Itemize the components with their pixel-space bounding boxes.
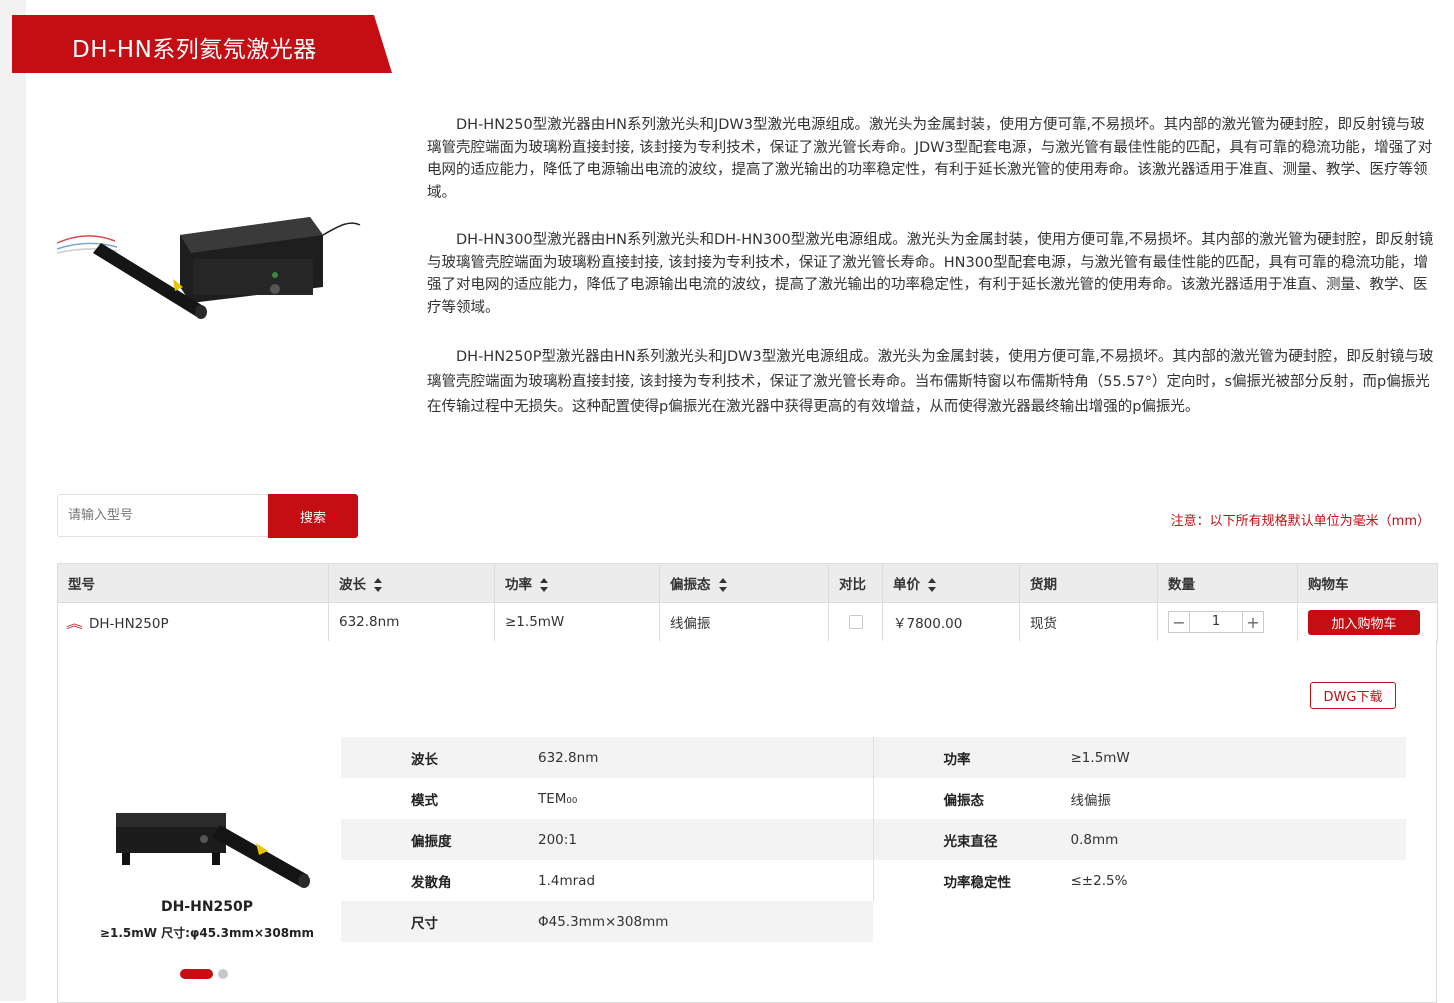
cell-polarization: 线偏振 bbox=[659, 602, 829, 642]
detail-product-subtitle: ≥1.5mW 尺寸:φ45.3mm×308mm bbox=[99, 926, 315, 940]
carousel-dot-active[interactable] bbox=[180, 969, 213, 979]
cell-wavelength: 632.8nm bbox=[328, 602, 495, 642]
table-header-row: 型号 波长 功率 偏振态 对比 单价 货期 数量 购物车 bbox=[57, 563, 1438, 603]
col-header-polarization[interactable]: 偏振态 bbox=[659, 563, 829, 603]
spec-item: 波长 632.8nm bbox=[341, 737, 873, 778]
product-table: 型号 波长 功率 偏振态 对比 单价 货期 数量 购物车 ︽ DH-HN250P … bbox=[57, 563, 1438, 642]
table-row: ︽ DH-HN250P 632.8nm ≥1.5mW 线偏振 ￥7800.00 现… bbox=[57, 602, 1438, 642]
spec-item: 偏振态 线偏振 bbox=[872, 778, 1407, 819]
spec-item: 功率稳定性 ≤±2.5% bbox=[872, 860, 1407, 901]
unit-note: 注意：以下所有规格默认单位为毫米（mm） bbox=[1170, 514, 1430, 529]
search-button[interactable]: 搜索 bbox=[268, 494, 358, 538]
col-header-price[interactable]: 单价 bbox=[882, 563, 1020, 603]
col-header-compare: 对比 bbox=[828, 563, 883, 603]
hero-product-image bbox=[56, 217, 361, 319]
spec-row: 波长 632.8nm 功率 ≥1.5mW bbox=[341, 737, 1406, 778]
spec-grid: 波长 632.8nm 功率 ≥1.5mW 模式 TEM₀₀ 偏振态 线偏振 偏振度 200… bbox=[341, 737, 1406, 942]
detail-product-name: DH-HN250P bbox=[160, 899, 254, 915]
sort-icon[interactable] bbox=[718, 577, 727, 593]
collapse-chevron-icon[interactable]: ︽ bbox=[66, 613, 83, 632]
spec-item: 偏振度 200:1 bbox=[341, 819, 873, 860]
col-header-model: 型号 bbox=[57, 563, 329, 603]
cell-cart: 加入购物车 bbox=[1297, 602, 1438, 642]
spec-row: 偏振度 200:1 光束直径 0.8mm bbox=[341, 819, 1406, 860]
compare-checkbox[interactable] bbox=[848, 615, 863, 629]
description-hn300: DH-HN300型激光器由HN系列激光头和DH-HN300型激光电源组成。激光头… bbox=[427, 232, 1434, 316]
spec-item: 光束直径 0.8mm bbox=[872, 819, 1406, 860]
dwg-download-button[interactable]: DWG下载 bbox=[1310, 682, 1396, 709]
col-header-delivery: 货期 bbox=[1019, 563, 1158, 603]
col-header-quantity: 数量 bbox=[1157, 563, 1298, 603]
quantity-stepper: − 1 + bbox=[1168, 611, 1287, 633]
cell-delivery: 现货 bbox=[1019, 602, 1158, 642]
spec-item: 尺寸 Φ45.3mm×308mm bbox=[341, 901, 873, 942]
page-title: DH-HN系列氦氖激光器 bbox=[72, 37, 317, 63]
spec-row: 发散角 1.4mrad 功率稳定性 ≤±2.5% bbox=[341, 860, 1406, 901]
sort-icon[interactable] bbox=[928, 577, 936, 593]
description-hn250: DH-HN250型激光器由HN系列激光头和JDW3型激光电源组成。激光头为金属封… bbox=[427, 117, 1433, 201]
detail-product-image bbox=[116, 813, 310, 888]
col-header-cart: 购物车 bbox=[1297, 563, 1438, 603]
col-header-wavelength[interactable]: 波长 bbox=[328, 563, 495, 603]
decrement-button[interactable]: − bbox=[1168, 611, 1190, 633]
cell-price: ￥7800.00 bbox=[882, 602, 1020, 642]
cell-model[interactable]: ︽ DH-HN250P bbox=[57, 602, 329, 642]
quantity-input[interactable]: 1 bbox=[1190, 611, 1242, 633]
cell-compare bbox=[828, 602, 883, 642]
spec-row: 模式 TEM₀₀ 偏振态 线偏振 bbox=[341, 778, 1406, 819]
cell-power: ≥1.5mW bbox=[494, 602, 660, 642]
left-margin-strip bbox=[0, 0, 26, 1001]
cell-quantity: − 1 + bbox=[1157, 602, 1298, 642]
spec-item: 模式 TEM₀₀ bbox=[411, 790, 578, 809]
spec-item: 发散角 1.4mrad bbox=[411, 872, 596, 891]
add-to-cart-button[interactable]: 加入购物车 bbox=[1308, 609, 1420, 635]
sort-icon[interactable] bbox=[374, 577, 382, 593]
increment-button[interactable]: + bbox=[1242, 611, 1264, 633]
description-hn250p: DH-HN250P型激光器由HN系列激光头和JDW3型激光电源组成。激光头为金属… bbox=[427, 349, 1434, 415]
spec-row: 尺寸 Φ45.3mm×308mm bbox=[341, 901, 1406, 942]
model-search-input[interactable] bbox=[57, 494, 269, 537]
sort-icon[interactable] bbox=[540, 577, 548, 593]
col-header-power[interactable]: 功率 bbox=[494, 563, 660, 603]
carousel-dot[interactable] bbox=[218, 969, 228, 979]
spec-item: 功率 ≥1.5mW bbox=[872, 737, 1406, 778]
